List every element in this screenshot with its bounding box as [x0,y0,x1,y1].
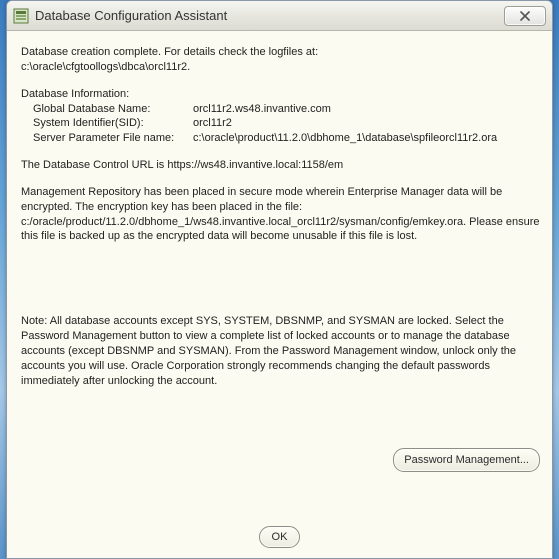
titlebar: Database Configuration Assistant [7,1,552,31]
close-icon [519,11,531,21]
spfile-value: c:\oracle\product\11.2.0\dbhome_1\databa… [193,131,540,146]
ok-button[interactable]: OK [259,526,301,548]
sid-row: System Identifier(SID): orcl11r2 [21,116,540,131]
app-icon [13,8,29,24]
dialog-window: Database Configuration Assistant Databas… [6,0,553,559]
db-info-block: Database Information: Global Database Na… [21,87,540,146]
spfile-label: Server Parameter File name: [33,131,193,146]
db-info-heading: Database Information: [21,87,540,102]
creation-complete-text: Database creation complete. For details … [21,45,540,60]
spfile-row: Server Parameter File name: c:\oracle\pr… [21,131,540,146]
window-title: Database Configuration Assistant [35,8,504,23]
global-db-name-row: Global Database Name: orcl11r2.ws48.inva… [21,102,540,117]
note-text: Note: All database accounts except SYS, … [21,314,540,388]
sid-value: orcl11r2 [193,116,540,131]
control-url-line: The Database Control URL is https://ws48… [21,158,540,173]
repository-info: Management Repository has been placed in… [21,185,540,244]
password-management-button[interactable]: Password Management... [393,448,540,472]
global-db-name-label: Global Database Name: [33,102,193,117]
dialog-content: Database creation complete. For details … [7,31,552,516]
close-button[interactable] [504,6,546,26]
sid-label: System Identifier(SID): [33,116,193,131]
logfiles-path: c:\oracle\cfgtoollogs\dbca\orcl11r2. [21,60,540,75]
global-db-name-value: orcl11r2.ws48.invantive.com [193,102,540,117]
creation-complete-block: Database creation complete. For details … [21,45,540,75]
dialog-footer: OK [7,516,552,558]
